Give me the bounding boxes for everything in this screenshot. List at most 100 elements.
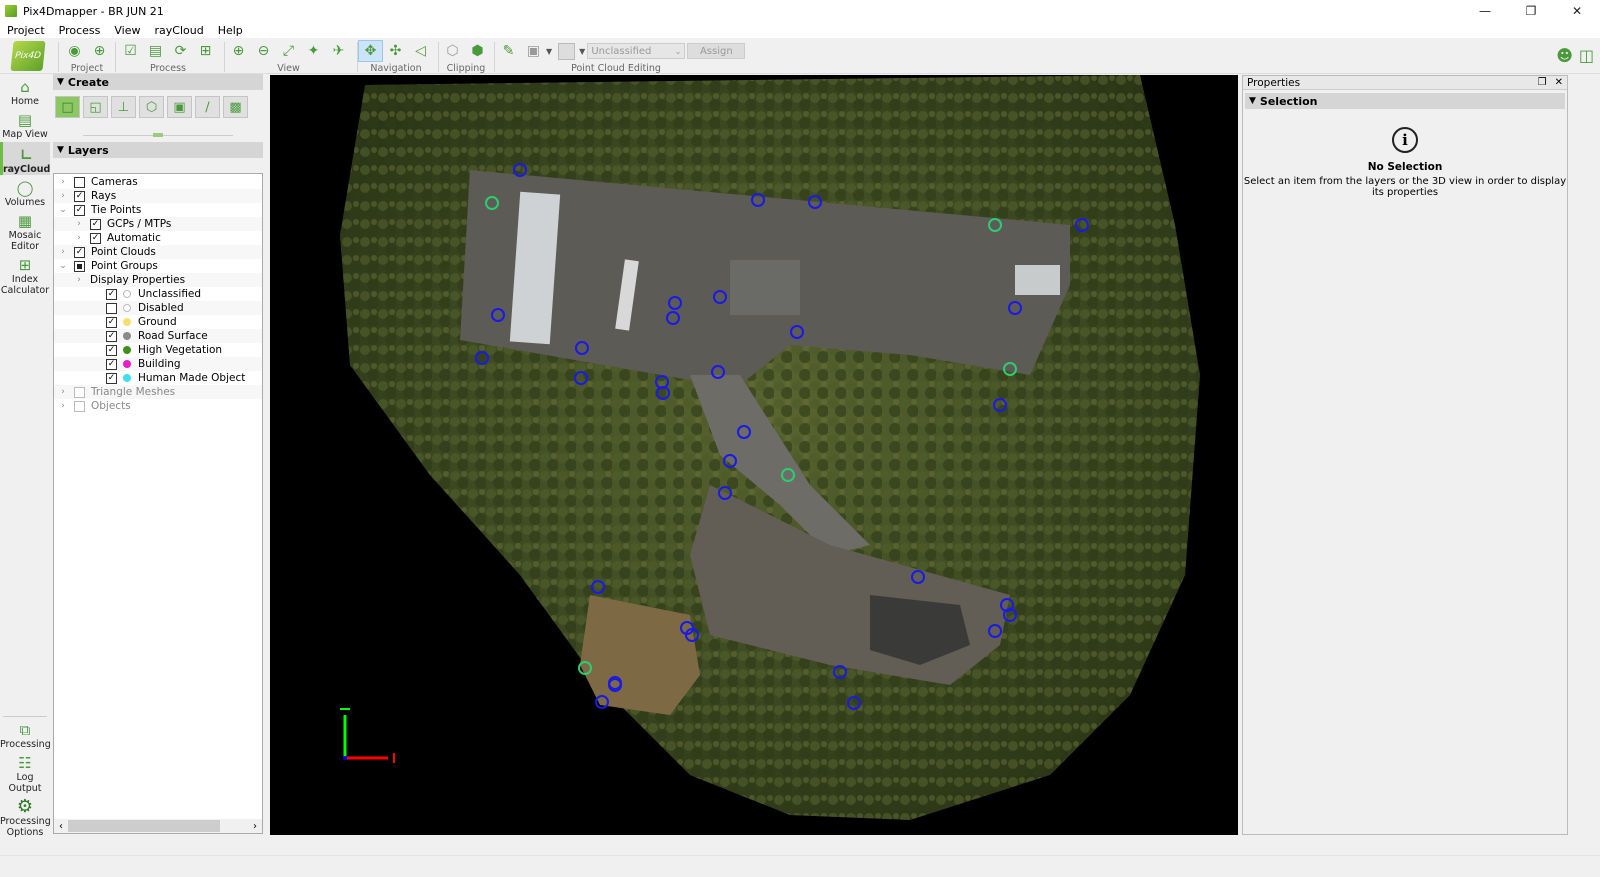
- select-dropdown-arrow-icon[interactable]: ▼: [546, 47, 552, 56]
- orbit-nav-icon[interactable]: ✥: [358, 40, 383, 62]
- layer-checkbox[interactable]: ✓: [106, 358, 117, 370]
- zoom-center-icon[interactable]: ✦: [301, 40, 326, 62]
- layer-checkbox[interactable]: ✓: [74, 246, 85, 258]
- layer-checkbox[interactable]: ✓: [106, 330, 117, 342]
- scroll-left-icon[interactable]: ‹: [54, 821, 68, 832]
- layer-row[interactable]: › ✓ Automatic: [54, 231, 262, 245]
- surface-icon[interactable]: ◱: [83, 96, 108, 118]
- layer-row[interactable]: › ✓ Point Clouds: [54, 245, 262, 259]
- class-select[interactable]: Unclassified ⌄: [587, 43, 686, 59]
- panel-layout-icon[interactable]: ◫: [1579, 46, 1594, 65]
- brush-icon[interactable]: ✎: [496, 40, 521, 62]
- select-point-icon[interactable]: ▣: [521, 40, 546, 62]
- zoom-in-icon[interactable]: ⊕: [226, 40, 251, 62]
- layer-row[interactable]: ✓ Ground: [54, 315, 262, 329]
- layer-row[interactable]: ✓ Building: [54, 357, 262, 371]
- grid-area-icon[interactable]: ▩: [223, 96, 248, 118]
- clip-box-icon[interactable]: ⬡: [440, 40, 465, 62]
- layer-row[interactable]: › Display Properties: [54, 273, 262, 287]
- chevron-right-icon[interactable]: ›: [58, 191, 68, 201]
- undock-icon[interactable]: ❐: [1538, 77, 1547, 88]
- layer-row[interactable]: ✓ High Vegetation: [54, 343, 262, 357]
- perspective-nav-icon[interactable]: ◁: [408, 40, 433, 62]
- process-step-icon[interactable]: ⊞: [193, 40, 218, 62]
- horizontal-scrollbar[interactable]: ‹ ›: [54, 819, 262, 833]
- layer-checkbox[interactable]: [74, 260, 85, 272]
- chevron-right-icon[interactable]: ›: [74, 219, 84, 229]
- sidebar-item-raycloud[interactable]: ∟ rayCloud: [0, 142, 50, 175]
- camera-icon[interactable]: ◉: [62, 40, 87, 62]
- layer-row[interactable]: ⌄ Point Groups: [54, 259, 262, 273]
- minimize-button[interactable]: —: [1462, 0, 1508, 22]
- layer-row[interactable]: › ✓ GCPs / MTPs: [54, 217, 262, 231]
- selection-section-header[interactable]: ▼ Selection: [1245, 93, 1565, 109]
- gcp-target-icon[interactable]: ⊕: [87, 40, 112, 62]
- chevron-right-icon[interactable]: ›: [58, 387, 68, 397]
- layer-checkbox[interactable]: ✓: [74, 190, 85, 202]
- layer-checkbox[interactable]: [74, 176, 85, 188]
- layer-row[interactable]: › Cameras: [54, 175, 262, 189]
- layer-checkbox[interactable]: ✓: [106, 288, 117, 300]
- layer-row[interactable]: ⌄ ✓ Tie Points: [54, 203, 262, 217]
- clip-edit-icon[interactable]: ⬢: [465, 40, 490, 62]
- close-icon[interactable]: ✕: [1555, 77, 1563, 88]
- chevron-right-icon[interactable]: ›: [74, 275, 84, 285]
- sidebar-item-index-calculator[interactable]: ⊞ Index Calculator: [0, 252, 50, 296]
- layer-checkbox[interactable]: [106, 302, 117, 314]
- layer-checkbox[interactable]: ✓: [106, 372, 117, 384]
- create-section-header[interactable]: ▼ Create: [53, 74, 263, 90]
- sidebar-item-processing[interactable]: ⧉ Processing: [0, 717, 51, 750]
- class-color-box[interactable]: [558, 42, 576, 60]
- chevron-right-icon[interactable]: ›: [58, 247, 68, 257]
- layers-section-header[interactable]: ▼ Layers: [53, 142, 263, 158]
- user-icon[interactable]: ☻: [1556, 46, 1573, 65]
- layer-row[interactable]: ✓ Road Surface: [54, 329, 262, 343]
- layer-checkbox[interactable]: [74, 386, 85, 398]
- chevron-down-icon[interactable]: ⌄: [58, 205, 68, 215]
- layer-row[interactable]: Disabled: [54, 301, 262, 315]
- layer-row[interactable]: › Triangle Meshes: [54, 385, 262, 399]
- zoom-out-icon[interactable]: ⊖: [251, 40, 276, 62]
- axis-icon[interactable]: ⊥: [111, 96, 136, 118]
- chevron-right-icon[interactable]: ›: [58, 177, 68, 187]
- trackball-nav-icon[interactable]: ✣: [383, 40, 408, 62]
- video-camera-icon[interactable]: ▣: [167, 96, 192, 118]
- chevron-down-icon[interactable]: ⌄: [58, 261, 68, 271]
- sidebar-item-volumes[interactable]: ◯ Volumes: [0, 175, 50, 208]
- layer-checkbox[interactable]: ✓: [90, 218, 101, 230]
- layer-checkbox[interactable]: ✓: [106, 316, 117, 328]
- layer-row[interactable]: ✓ Unclassified: [54, 287, 262, 301]
- menu-process[interactable]: Process: [52, 24, 108, 37]
- layer-row[interactable]: ✓ Human Made Object: [54, 371, 262, 385]
- panel-splitter[interactable]: [53, 128, 263, 142]
- chevron-right-icon[interactable]: ›: [74, 233, 84, 243]
- sidebar-item-map-view[interactable]: ▤ Map View: [0, 107, 50, 140]
- sidebar-item-home[interactable]: ⌂ Home: [0, 74, 50, 107]
- close-button[interactable]: ✕: [1554, 0, 1600, 22]
- open-folder-icon[interactable]: ▤: [143, 40, 168, 62]
- layer-checkbox[interactable]: ✓: [74, 204, 85, 216]
- sidebar-item-log-output[interactable]: ☷ Log Output: [0, 750, 50, 794]
- scrollbar-thumb[interactable]: [68, 820, 220, 832]
- line-icon[interactable]: ∕: [195, 96, 220, 118]
- point-cloud-render[interactable]: [270, 75, 1238, 835]
- layer-checkbox[interactable]: ✓: [90, 232, 101, 244]
- scroll-right-icon[interactable]: ›: [248, 821, 262, 832]
- chevron-right-icon[interactable]: ›: [58, 401, 68, 411]
- menu-help[interactable]: Help: [211, 24, 250, 37]
- menu-project[interactable]: Project: [0, 24, 52, 37]
- zoom-fit-icon[interactable]: ⤢: [276, 40, 301, 62]
- rerun-icon[interactable]: ⟳: [168, 40, 193, 62]
- volume-icon[interactable]: ⬡: [139, 96, 164, 118]
- layer-row[interactable]: › ✓ Rays: [54, 189, 262, 203]
- sidebar-item-processing-options[interactable]: ⚙ Processing Options: [0, 794, 51, 844]
- layer-checkbox[interactable]: [74, 400, 85, 412]
- menu-raycloud[interactable]: rayCloud: [147, 24, 210, 37]
- polyline-area-icon[interactable]: □: [55, 96, 80, 118]
- menu-view[interactable]: View: [107, 24, 147, 37]
- raycloud-3d-view[interactable]: [270, 75, 1238, 835]
- document-check-icon[interactable]: ☑: [118, 40, 143, 62]
- class-color-dropdown-arrow-icon[interactable]: ▼: [579, 47, 585, 56]
- fly-icon[interactable]: ✈: [326, 40, 351, 62]
- restore-button[interactable]: ❐: [1508, 0, 1554, 22]
